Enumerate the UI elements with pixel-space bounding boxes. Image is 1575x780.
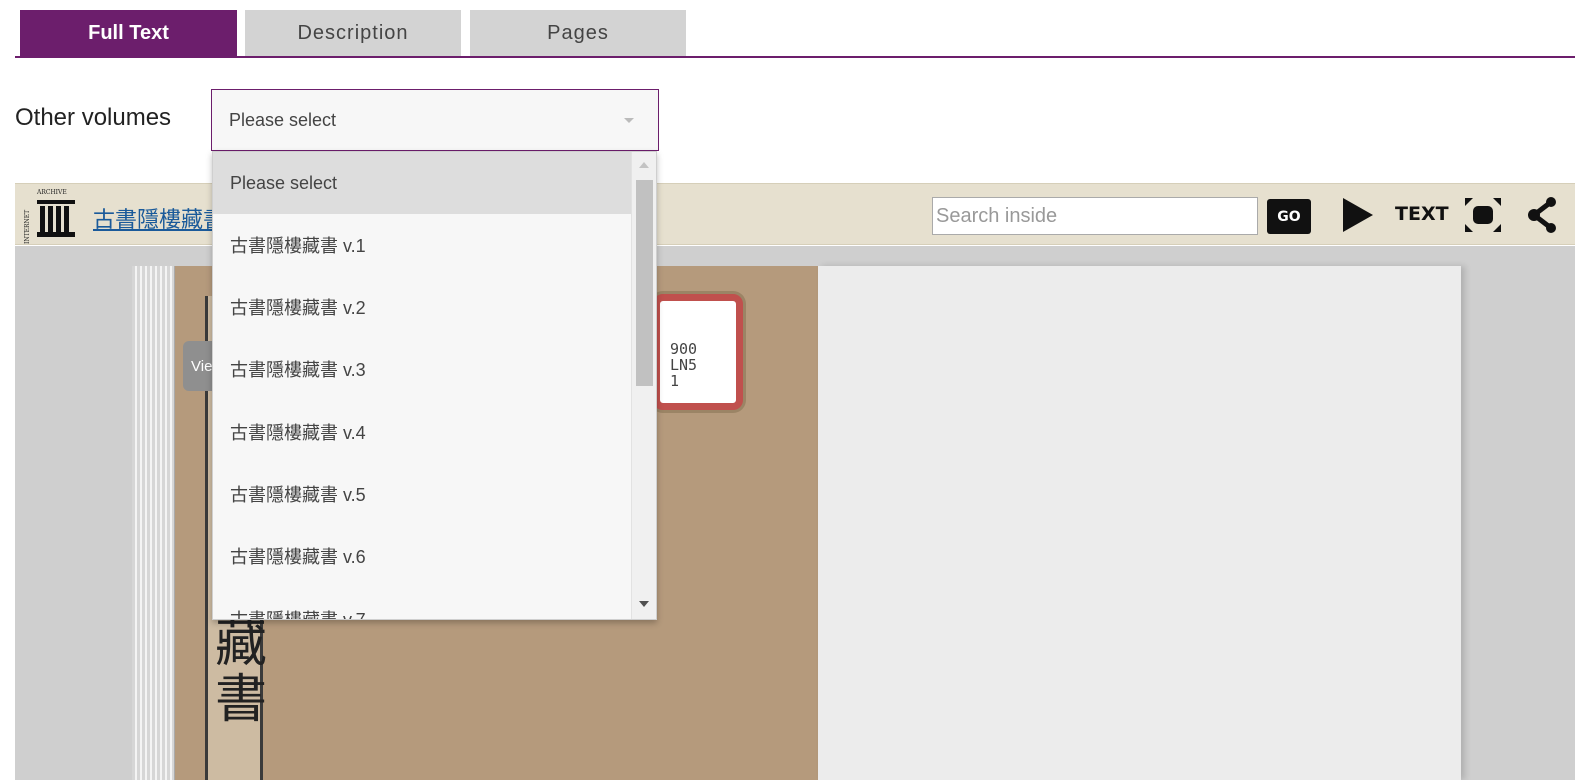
share-icon[interactable] bbox=[1527, 196, 1559, 234]
volume-option[interactable]: 古書隱樓藏書 v.3 bbox=[213, 338, 631, 400]
other-volumes-label: Other volumes bbox=[15, 104, 172, 131]
tab-pages[interactable]: Pages bbox=[470, 10, 686, 57]
search-inside-input[interactable] bbox=[932, 197, 1258, 235]
cover-characters: 藏書 bbox=[215, 614, 268, 730]
logo-top-text: ARCHIVE bbox=[36, 189, 67, 196]
scrollbar-thumb[interactable] bbox=[636, 180, 653, 386]
dropdown-arrow-icon bbox=[624, 118, 634, 123]
book-title-link[interactable]: 古書隱樓藏書 bbox=[93, 202, 213, 234]
dropdown-scrollbar[interactable] bbox=[631, 152, 656, 619]
tab-description[interactable]: Description bbox=[245, 10, 461, 57]
volume-option[interactable]: Please select bbox=[213, 152, 631, 214]
library-label-text: 900 LN5 1 bbox=[670, 340, 698, 390]
fullscreen-icon[interactable] bbox=[1463, 196, 1503, 234]
internet-archive-logo-icon[interactable]: INTERNET ARCHIVE bbox=[23, 186, 93, 244]
volume-option[interactable]: 古書隱樓藏書 v.1 bbox=[213, 214, 631, 276]
volume-select-value: Please select bbox=[229, 110, 337, 130]
play-icon[interactable] bbox=[1343, 198, 1373, 232]
scroll-down-icon[interactable] bbox=[639, 601, 649, 607]
volume-dropdown-list: Please select 古書隱樓藏書 v.1 古書隱樓藏書 v.2 古書隱樓… bbox=[212, 151, 657, 620]
page-edges bbox=[132, 266, 175, 780]
volume-option[interactable]: 古書隱樓藏書 v.7 bbox=[213, 588, 631, 619]
tab-full-text[interactable]: Full Text bbox=[20, 10, 237, 57]
volume-option[interactable]: 古書隱樓藏書 v.2 bbox=[213, 276, 631, 338]
volume-option[interactable]: 古書隱樓藏書 v.5 bbox=[213, 463, 631, 525]
volume-option[interactable]: 古書隱樓藏書 v.6 bbox=[213, 525, 631, 587]
volume-select[interactable]: Please select bbox=[211, 89, 659, 151]
go-button[interactable]: GO bbox=[1267, 199, 1311, 234]
logo-side-text: INTERNET bbox=[24, 210, 31, 244]
library-label: 900 LN5 1 bbox=[653, 294, 743, 410]
tab-bar: Full Text Description Pages bbox=[0, 0, 1575, 58]
scroll-up-icon[interactable] bbox=[639, 162, 649, 168]
text-button[interactable]: TEXT bbox=[1395, 203, 1449, 225]
tab-underline bbox=[15, 56, 1575, 58]
right-page[interactable] bbox=[818, 266, 1461, 780]
volume-option[interactable]: 古書隱樓藏書 v.4 bbox=[213, 401, 631, 463]
